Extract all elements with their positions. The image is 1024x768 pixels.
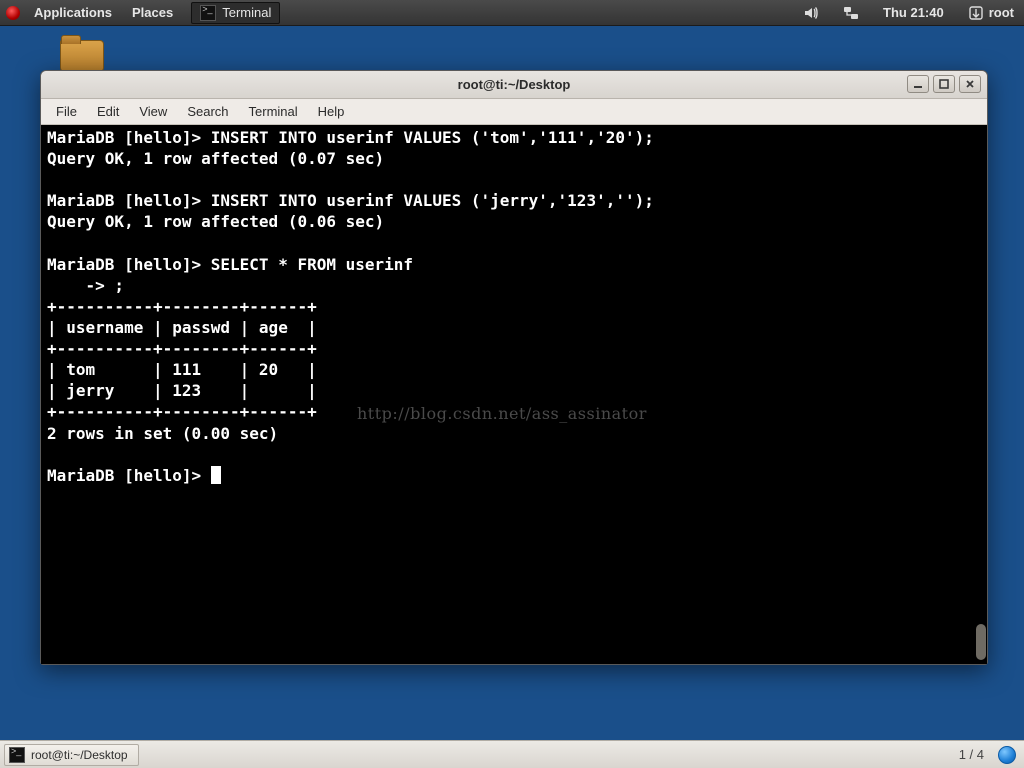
menu-view[interactable]: View: [130, 101, 176, 122]
bottom-panel: root@ti:~/Desktop 1 / 4: [0, 740, 1024, 768]
menu-search[interactable]: Search: [178, 101, 237, 122]
menu-terminal-label: Terminal: [249, 104, 298, 119]
menu-help-label: Help: [318, 104, 345, 119]
show-desktop-button[interactable]: [998, 746, 1016, 764]
menu-file-label: File: [56, 104, 77, 119]
user-menu[interactable]: root: [958, 0, 1024, 26]
user-label: root: [989, 5, 1014, 20]
running-app-label: Terminal: [222, 5, 271, 20]
terminal-icon: [200, 5, 216, 21]
panel-left: Applications Places Terminal: [0, 0, 280, 26]
window-title: root@ti:~/Desktop: [458, 77, 571, 92]
menubar: File Edit View Search Terminal Help: [41, 99, 987, 125]
panel-right: Thu 21:40 root: [793, 0, 1024, 26]
distro-icon: [6, 6, 20, 20]
places-label: Places: [132, 5, 173, 20]
close-button[interactable]: [959, 75, 981, 93]
running-app-terminal[interactable]: Terminal: [191, 2, 280, 24]
terminal-scrollbar[interactable]: [975, 125, 987, 664]
menu-view-label: View: [139, 104, 167, 119]
terminal-cursor: [211, 466, 221, 484]
maximize-button[interactable]: [933, 75, 955, 93]
menu-edit-label: Edit: [97, 104, 119, 119]
workspace-label: 1 / 4: [959, 747, 984, 762]
applications-menu[interactable]: Applications: [24, 0, 122, 26]
top-panel: Applications Places Terminal Thu 21:40 r…: [0, 0, 1024, 26]
menu-file[interactable]: File: [47, 101, 86, 122]
menu-search-label: Search: [187, 104, 228, 119]
workspace-indicator[interactable]: 1 / 4: [949, 747, 994, 762]
places-menu[interactable]: Places: [122, 0, 183, 26]
network-icon: [843, 5, 859, 21]
applications-label: Applications: [34, 5, 112, 20]
titlebar[interactable]: root@ti:~/Desktop: [41, 71, 987, 99]
menu-help[interactable]: Help: [309, 101, 354, 122]
terminal-window: root@ti:~/Desktop File Edit View Search …: [40, 70, 988, 665]
titlebar-buttons: [907, 75, 981, 93]
taskbar-entry-label: root@ti:~/Desktop: [31, 748, 128, 762]
network-applet[interactable]: [833, 0, 869, 26]
minimize-button[interactable]: [907, 75, 929, 93]
menu-edit[interactable]: Edit: [88, 101, 128, 122]
volume-applet[interactable]: [793, 0, 829, 26]
scrollbar-thumb[interactable]: [976, 624, 986, 660]
taskbar-entry-terminal[interactable]: root@ti:~/Desktop: [4, 744, 139, 766]
volume-icon: [803, 5, 819, 21]
clock-label: Thu 21:40: [883, 5, 944, 20]
terminal-output[interactable]: MariaDB [hello]> INSERT INTO userinf VAL…: [41, 125, 987, 664]
clock[interactable]: Thu 21:40: [873, 0, 954, 26]
watermark: http://blog.csdn.net/ass_assinator: [357, 403, 647, 424]
user-switch-icon: [968, 5, 984, 21]
menu-terminal[interactable]: Terminal: [240, 101, 307, 122]
terminal-icon: [9, 747, 25, 763]
folder-icon: [60, 40, 104, 72]
terminal-text: MariaDB [hello]> INSERT INTO userinf VAL…: [47, 128, 654, 485]
